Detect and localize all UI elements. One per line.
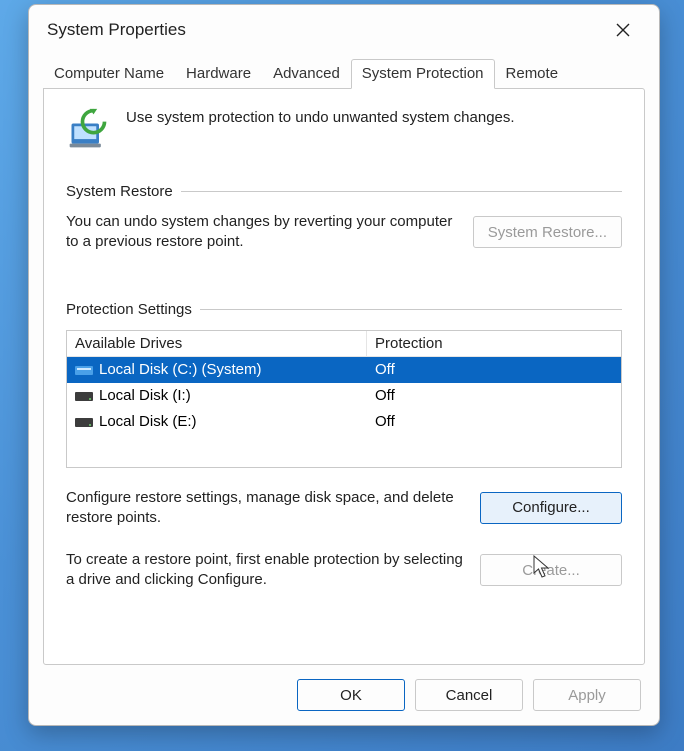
configure-button[interactable]: Configure...: [480, 492, 622, 524]
tab-panel-system-protection: Use system protection to undo unwanted s…: [43, 88, 645, 665]
window-title: System Properties: [47, 20, 603, 40]
restore-row: You can undo system changes by reverting…: [66, 212, 622, 253]
col-header-protection[interactable]: Protection: [367, 331, 621, 356]
drive-label: Local Disk (C:) (System): [99, 361, 262, 378]
ok-button[interactable]: OK: [297, 679, 405, 711]
intro-text: Use system protection to undo unwanted s…: [126, 107, 622, 126]
configure-desc: Configure restore settings, manage disk …: [66, 488, 466, 529]
tab-system-protection[interactable]: System Protection: [351, 59, 495, 89]
group-header-protection: Protection Settings: [66, 301, 622, 318]
drive-icon: [75, 389, 93, 403]
create-button[interactable]: Create...: [480, 554, 622, 586]
titlebar: System Properties: [29, 5, 659, 53]
divider: [181, 191, 622, 192]
col-header-drives[interactable]: Available Drives: [67, 331, 367, 356]
restore-desc: You can undo system changes by reverting…: [66, 212, 459, 253]
drive-protection: Off: [367, 413, 621, 430]
close-icon: [615, 22, 631, 38]
group-label-protection: Protection Settings: [66, 301, 192, 318]
system-restore-button[interactable]: System Restore...: [473, 216, 622, 248]
create-desc: To create a restore point, first enable …: [66, 550, 466, 591]
create-row: To create a restore point, first enable …: [66, 550, 622, 591]
tab-strip: Computer Name Hardware Advanced System P…: [43, 59, 645, 88]
table-row[interactable]: Local Disk (E:) Off: [67, 409, 621, 435]
group-label-restore: System Restore: [66, 183, 173, 200]
tab-remote[interactable]: Remote: [495, 59, 570, 88]
system-drive-icon: [75, 363, 93, 377]
drive-icon: [75, 415, 93, 429]
restore-icon: [66, 107, 110, 151]
divider: [200, 309, 622, 310]
system-restore-group: System Restore You can undo system chang…: [66, 183, 622, 253]
table-head: Available Drives Protection: [67, 331, 621, 357]
tab-advanced[interactable]: Advanced: [262, 59, 351, 88]
cancel-button[interactable]: Cancel: [415, 679, 523, 711]
configure-row: Configure restore settings, manage disk …: [66, 488, 622, 529]
protection-settings-group: Protection Settings Available Drives Pro…: [66, 301, 622, 591]
drive-label: Local Disk (I:): [99, 387, 191, 404]
drive-table[interactable]: Available Drives Protection Local Disk (…: [66, 330, 622, 468]
group-header-restore: System Restore: [66, 183, 622, 200]
dialog-footer: OK Cancel Apply: [29, 665, 659, 725]
table-row[interactable]: Local Disk (I:) Off: [67, 383, 621, 409]
tab-computer-name[interactable]: Computer Name: [43, 59, 175, 88]
intro-row: Use system protection to undo unwanted s…: [66, 107, 622, 151]
drive-label: Local Disk (E:): [99, 413, 197, 430]
apply-button[interactable]: Apply: [533, 679, 641, 711]
table-spacer: [67, 435, 621, 467]
close-button[interactable]: [603, 10, 643, 50]
tab-hardware[interactable]: Hardware: [175, 59, 262, 88]
drive-protection: Off: [367, 361, 621, 378]
table-row[interactable]: Local Disk (C:) (System) Off: [67, 357, 621, 383]
system-properties-dialog: System Properties Computer Name Hardware…: [28, 4, 660, 726]
drive-protection: Off: [367, 387, 621, 404]
